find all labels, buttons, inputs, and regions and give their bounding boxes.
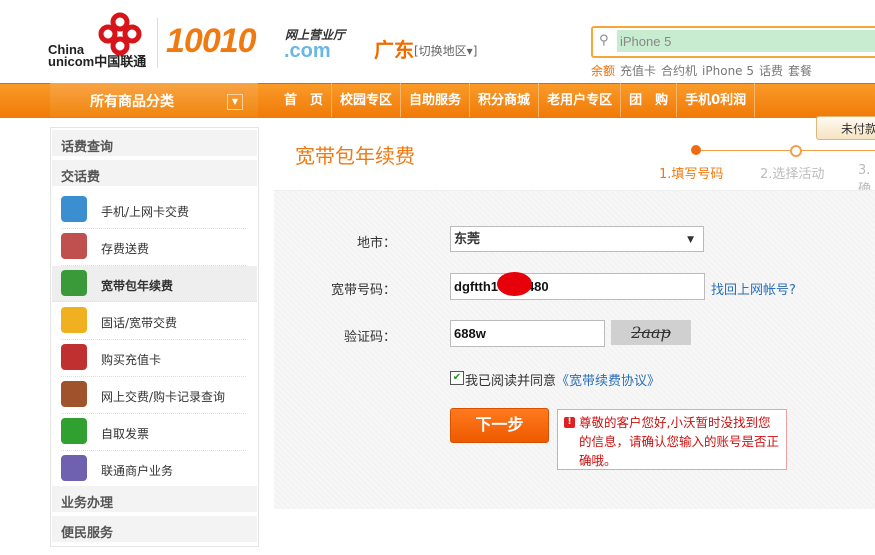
recover-account-link[interactable]: 找回上网帐号? [711,279,796,298]
error-message: ! 尊敬的客户您好,小沃暂时没找到您的信息，请确认您输入的账号是否正确哦。 [557,409,787,470]
hotword-link[interactable]: 余额 [591,64,615,78]
hot-keywords: 余额 充值卡 合约机 iPhone 5 话费 套餐 [591,62,817,79]
sidebar-item-label: 购买充值卡 [101,353,162,367]
nav-campus[interactable]: 校园专区 [332,83,402,117]
coins-icon [61,233,87,259]
nav-home[interactable]: 首 页 [276,83,333,117]
hotword-link[interactable]: iPhone 5 [702,64,754,78]
records-search-icon [61,381,87,407]
sidebar-item[interactable]: 宽带包年续费 [52,266,257,302]
step-2: 2.选择活动 [760,167,825,182]
chevron-down-icon: ▼ [687,235,694,245]
city-value: 东莞 [454,232,481,247]
sidebar-item[interactable]: 固话/宽带交费 [61,303,246,340]
logo-text: China unicom中国联通 [48,42,147,69]
sidebar-section-convenience[interactable]: 便民服务 [61,522,113,541]
sidebar-item-label: 联通商户业务 [101,464,174,478]
sidebar-item-label: 宽带包年续费 [101,279,174,293]
chevron-down-icon[interactable]: ▼ [227,94,243,110]
agree-row: 我已阅读并同意《宽带续费协议》 [465,370,660,389]
hotword-link[interactable]: 套餐 [788,64,812,78]
sidebar-item[interactable]: 手机/上网卡交费 [61,192,246,229]
sidebar-item[interactable]: 自取发票 [61,414,246,451]
next-step-button[interactable]: 下一步 [450,408,549,443]
nav-self-service[interactable]: 自助服务 [401,83,471,117]
sidebar-item-label: 存费送费 [101,242,150,256]
current-region: 广东 [374,38,414,62]
hotword-link[interactable]: 合约机 [661,64,697,78]
sidebar-item[interactable]: 网上交费/购卡记录查询 [61,377,246,414]
error-text: 尊敬的客户您好,小沃暂时没找到您的信息，请确认您输入的账号是否正确哦。 [579,415,780,468]
nav-zero-profit-phones[interactable]: 手机0利润 [677,83,756,117]
hotword-link[interactable]: 话费 [759,64,783,78]
unpaid-orders-button[interactable]: 未付款 [816,116,875,140]
nav-existing-users[interactable]: 老用户专区 [539,83,622,117]
page-title: 宽带包年续费 [295,144,415,168]
sidebar-item-label: 自取发票 [101,427,150,441]
sidebar-section-business[interactable]: 业务办理 [61,492,113,511]
telephone-icon [61,307,87,333]
captcha-image[interactable]: 2aap [611,320,691,345]
sidebar-section-pay[interactable]: 交话费 [61,166,100,185]
nav-points-mall[interactable]: 积分商城 [470,83,540,117]
invoice-icon [61,418,87,444]
sidebar-item[interactable]: 联通商户业务 [61,451,246,488]
switch-region-link[interactable]: [切换地区▾] [414,42,477,59]
sidebar-section-bill-query[interactable]: 话费查询 [61,136,113,155]
progress-line [697,150,875,151]
city-label: 地市： [356,236,396,251]
nav-group-buy[interactable]: 团 购 [621,83,678,117]
site-logo-com: .com [284,40,331,62]
city-select[interactable]: 东莞 ▼ [450,226,704,252]
sidebar-item-label: 网上交费/购卡记录查询 [101,390,226,404]
divider [157,18,158,68]
sidebar-item[interactable]: 购买充值卡 [61,340,246,377]
category-label: 所有商品分类 [90,94,174,110]
mobile-payment-icon [61,196,87,222]
globe-icon [61,270,87,296]
captcha-input[interactable] [450,320,605,347]
merchant-icon [61,455,87,481]
search-box: ⚲ [591,26,875,58]
step-1: 1.填写号码 [659,167,724,182]
hotword-link[interactable]: 充值卡 [620,64,656,78]
all-categories-menu[interactable]: 所有商品分类 ▼ [50,83,258,117]
account-input[interactable] [450,273,705,300]
step-dot-active [691,145,701,155]
step-dot [790,145,802,157]
recharge-card-icon [61,344,87,370]
sidebar-item[interactable]: 存费送费 [61,229,246,266]
nav-items: 首 页 校园专区 自助服务 积分商城 老用户专区 团 购 手机0利润 [276,83,756,117]
captcha-label: 验证码： [343,330,396,345]
account-label: 宽带号码： [330,283,396,298]
search-icon[interactable]: ⚲ [599,33,609,48]
sidebar-item-label: 手机/上网卡交费 [101,205,190,219]
alert-icon: ! [564,417,575,428]
site-logo-number: 10010 [166,22,257,60]
search-input[interactable] [617,30,875,52]
agreement-link[interactable]: 《宽带续费协议》 [556,374,660,389]
agree-text: 我已阅读并同意 [465,374,557,389]
agree-checkbox[interactable]: ✔ [450,371,464,385]
redaction-mark [497,272,532,296]
sidebar-item-label: 固话/宽带交费 [101,316,178,330]
sidebar: 话费查询 交话费 手机/上网卡交费 存费送费宽带包年续费 固话/宽带交费 购买充值卡网… [50,127,259,547]
